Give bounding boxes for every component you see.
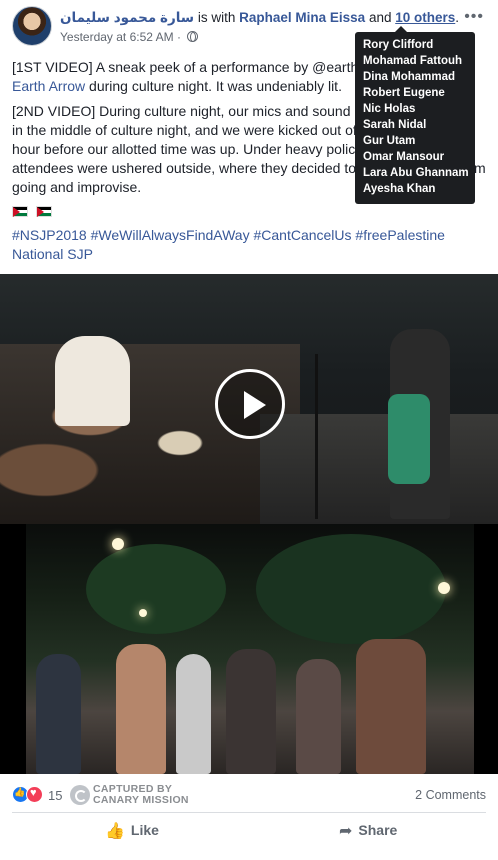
like-label: Like — [130, 822, 159, 838]
avatar[interactable] — [12, 6, 52, 46]
para1-suffix: during culture night. It was undeniably … — [85, 78, 342, 94]
video-player-1[interactable] — [0, 274, 498, 524]
globe-icon[interactable] — [187, 31, 199, 42]
watermark: CAPTURED BY CANARY MISSION — [93, 784, 189, 806]
flags-row — [12, 203, 56, 219]
para2-line-5: going and improvise. — [12, 179, 142, 195]
tooltip-name: Sarah Nidal — [363, 119, 427, 131]
video-player-2[interactable] — [0, 524, 498, 774]
video-2-figure — [36, 654, 81, 774]
hashtag-link[interactable]: #WeWillAlwaysFindAWay — [91, 227, 250, 243]
para2-line-4-tail: m — [474, 160, 486, 176]
author-line: سارة محمود سليمان is with Raphael Mina E… — [60, 9, 459, 26]
hashtags-block: #NSJP2018 #WeWillAlwaysFindAWay #CantCan… — [12, 226, 486, 264]
video-2-figure — [116, 644, 166, 774]
timestamp-link[interactable]: Yesterday at 6:52 AM — [60, 30, 174, 44]
video-2-figure — [356, 639, 426, 774]
video-2-tree — [86, 544, 226, 634]
para2-line-3: hour before our allotted time was up. Un… — [12, 141, 356, 157]
palestine-flag-icon — [12, 206, 28, 217]
tooltip-name: Rory Clifford — [363, 39, 434, 51]
video-1-figure — [388, 394, 430, 484]
post-meta: Yesterday at 6:52 AM · — [60, 30, 199, 44]
tooltip-name: Omar Mansour — [363, 151, 445, 163]
tooltip-name: Nic Holas — [363, 103, 416, 115]
video-2-light — [139, 609, 147, 617]
para2-line-2: in the middle of culture night, and we w… — [12, 122, 357, 138]
tooltip-name: Ayesha Khan — [363, 183, 436, 195]
para2-line-1: [2ND VIDEO] During culture night, our mi… — [12, 103, 351, 119]
palestine-flag-icon — [35, 206, 52, 217]
hashtag-link[interactable]: #freePalestine — [355, 227, 445, 243]
is-with-text: is with — [197, 10, 236, 25]
video-2-figure — [296, 659, 341, 774]
love-reaction-icon[interactable] — [26, 786, 43, 803]
tagged-user-link[interactable]: Raphael Mina Eissa — [239, 10, 365, 25]
reaction-count[interactable]: 15 — [48, 788, 62, 803]
share-button[interactable]: ➦ Share — [339, 821, 397, 849]
video-2-figure — [176, 654, 211, 774]
share-arrow-icon: ➦ — [339, 823, 353, 840]
and-text: and — [368, 10, 392, 25]
tooltip-name: Dina Mohammad — [363, 71, 456, 83]
comments-count-link[interactable]: 2 Comments — [415, 788, 486, 802]
earth-arrow-link[interactable]: Earth Arrow — [12, 78, 85, 94]
play-icon[interactable] — [215, 369, 285, 439]
reactions-bar: 15 CAPTURED BY CANARY MISSION 2 Comments — [0, 774, 498, 814]
author-name-link[interactable]: سارة محمود سليمان — [60, 10, 194, 25]
video-2-frame — [26, 524, 474, 774]
share-label: Share — [358, 822, 398, 838]
tooltip-name: Lara Abu Ghannam — [363, 167, 469, 179]
thumbs-up-icon: 👍 — [105, 823, 125, 840]
para1-prefix: [1ST VIDEO] A sneak peek of a performanc… — [12, 59, 359, 75]
like-button[interactable]: 👍 Like — [105, 821, 159, 849]
hashtag-link[interactable]: #NSJP2018 — [12, 227, 87, 243]
video-1-figure — [55, 336, 130, 426]
tooltip-name: Mohamad Fattouh — [363, 55, 463, 67]
hashtag-link[interactable]: #CantCancelUs — [253, 227, 351, 243]
video-2-tree — [256, 534, 446, 644]
watermark-line-2: CANARY MISSION — [93, 794, 189, 806]
tooltip-name: Gur Utam — [363, 135, 416, 147]
action-bar: 👍 Like ➦ Share — [12, 812, 486, 856]
tooltip-name: Robert Eugene — [363, 87, 445, 99]
page-link[interactable]: National SJP — [12, 246, 93, 262]
video-2-figure — [226, 649, 276, 774]
meta-separator: · — [176, 30, 181, 44]
para2-line-4: attendees were ushered outside, where th… — [12, 160, 357, 176]
canary-mission-logo-icon — [70, 785, 90, 805]
video-2-light — [112, 538, 124, 550]
others-link[interactable]: 10 others — [395, 10, 455, 25]
period-text: . — [455, 10, 460, 25]
video-1-mic-stand — [315, 354, 318, 519]
video-1-stage — [260, 414, 498, 524]
ellipsis-icon[interactable]: ••• — [464, 8, 484, 26]
video-2-light — [438, 582, 450, 594]
tagged-others-tooltip: Rory Clifford Mohamad Fattouh Dina Moham… — [355, 26, 475, 204]
